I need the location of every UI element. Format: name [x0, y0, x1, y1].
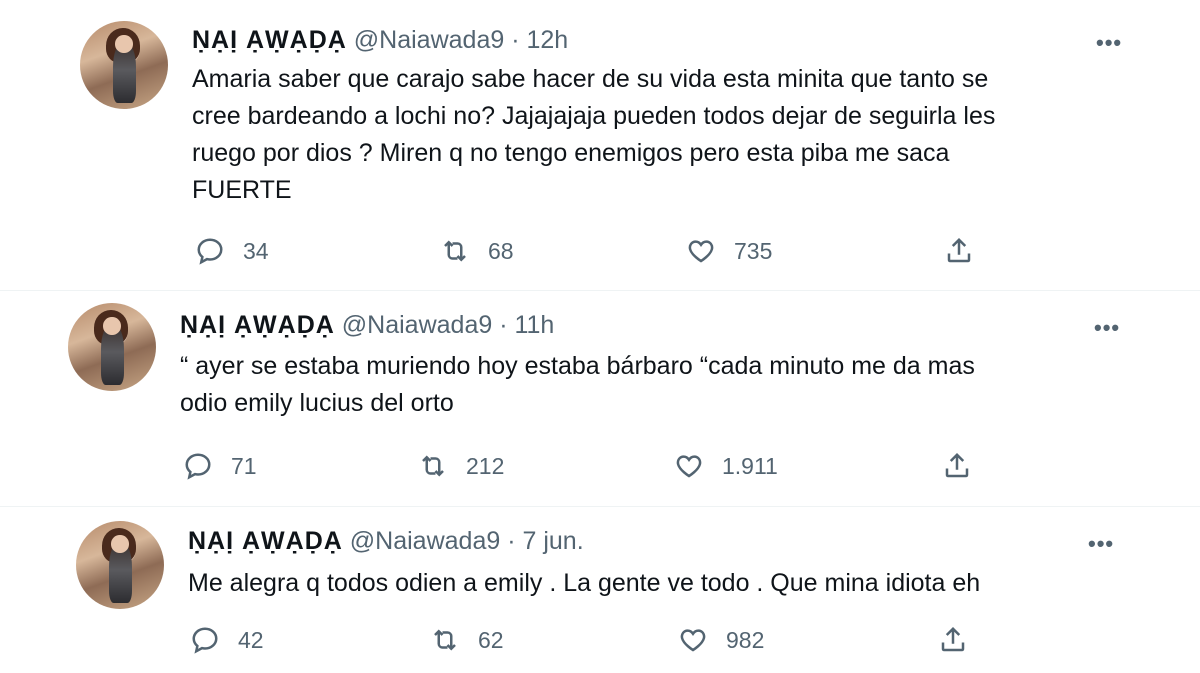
like-button[interactable]: 1.911 [674, 451, 778, 481]
separator-dot: · [507, 527, 516, 555]
reply-count: 34 [243, 237, 269, 264]
avatar[interactable] [80, 21, 168, 109]
share-button[interactable] [938, 625, 968, 655]
heart-icon [688, 240, 714, 263]
retweet-icon [444, 240, 466, 262]
reply-icon [197, 238, 223, 265]
user-handle[interactable]: @Naiawada9 [350, 527, 500, 555]
like-count: 982 [726, 626, 765, 653]
tweet-3[interactable]: ṆẠỊ ẠẈẠḌẠ @Naiawada9 · 7 jun. ••• Me ale… [0, 507, 1200, 673]
tweet-1[interactable]: ṆẠỊ ẠẈẠḌẠ @Naiawada9 · 12h ••• Amaria sa… [0, 0, 1200, 290]
reply-button[interactable]: 71 [183, 451, 257, 481]
like-count: 735 [734, 237, 773, 264]
avatar[interactable] [68, 303, 156, 391]
retweet-button[interactable]: 62 [430, 625, 504, 655]
share-icon [947, 237, 971, 263]
like-button[interactable]: 735 [686, 236, 772, 266]
more-icon[interactable]: ••• [1094, 315, 1120, 341]
share-icon [945, 452, 969, 478]
retweet-icon [434, 629, 456, 651]
user-handle[interactable]: @Naiawada9 [342, 311, 492, 339]
tweet-text: Amaria saber que carajo sabe hacer de su… [192, 65, 996, 204]
more-icon[interactable]: ••• [1088, 531, 1114, 557]
separator-dot: · [511, 26, 520, 54]
retweet-icon [422, 455, 444, 477]
separator-dot: · [499, 311, 508, 339]
tweet-text: Me alegra q todos odien a emily . La gen… [188, 569, 981, 597]
retweet-count: 68 [488, 237, 514, 264]
retweet-count: 212 [466, 452, 505, 479]
retweet-button[interactable]: 212 [418, 451, 504, 481]
more-icon[interactable]: ••• [1096, 30, 1122, 56]
heart-icon [676, 455, 702, 478]
display-name[interactable]: ṆẠỊ ẠẈẠḌẠ [192, 26, 347, 54]
reply-button[interactable]: 42 [190, 625, 264, 655]
tweet-2[interactable]: ṆẠỊ ẠẈẠḌẠ @Naiawada9 · 11h ••• “ ayer se… [0, 291, 1200, 506]
reply-icon [185, 453, 211, 480]
retweet-button[interactable]: 68 [440, 236, 514, 266]
user-handle[interactable]: @Naiawada9 [354, 26, 504, 54]
avatar[interactable] [76, 521, 164, 609]
display-name[interactable]: ṆẠỊ ẠẈẠḌẠ [180, 311, 335, 339]
like-count: 1.911 [722, 452, 778, 479]
reply-icon [192, 627, 218, 654]
retweet-count: 62 [478, 626, 504, 653]
tweet-text: “ ayer se estaba muriendo hoy estaba bár… [180, 352, 975, 417]
share-button[interactable] [944, 236, 974, 266]
reply-count: 71 [231, 452, 257, 479]
share-button[interactable] [942, 451, 972, 481]
heart-icon [680, 629, 706, 652]
reply-button[interactable]: 34 [195, 236, 269, 266]
like-button[interactable]: 982 [678, 625, 764, 655]
display-name[interactable]: ṆẠỊ ẠẈẠḌẠ [188, 527, 343, 555]
timestamp[interactable]: 11h [514, 311, 554, 339]
timestamp[interactable]: 12h [526, 26, 568, 54]
share-icon [941, 626, 965, 652]
reply-count: 42 [238, 626, 264, 653]
timestamp[interactable]: 7 jun. [522, 527, 583, 555]
